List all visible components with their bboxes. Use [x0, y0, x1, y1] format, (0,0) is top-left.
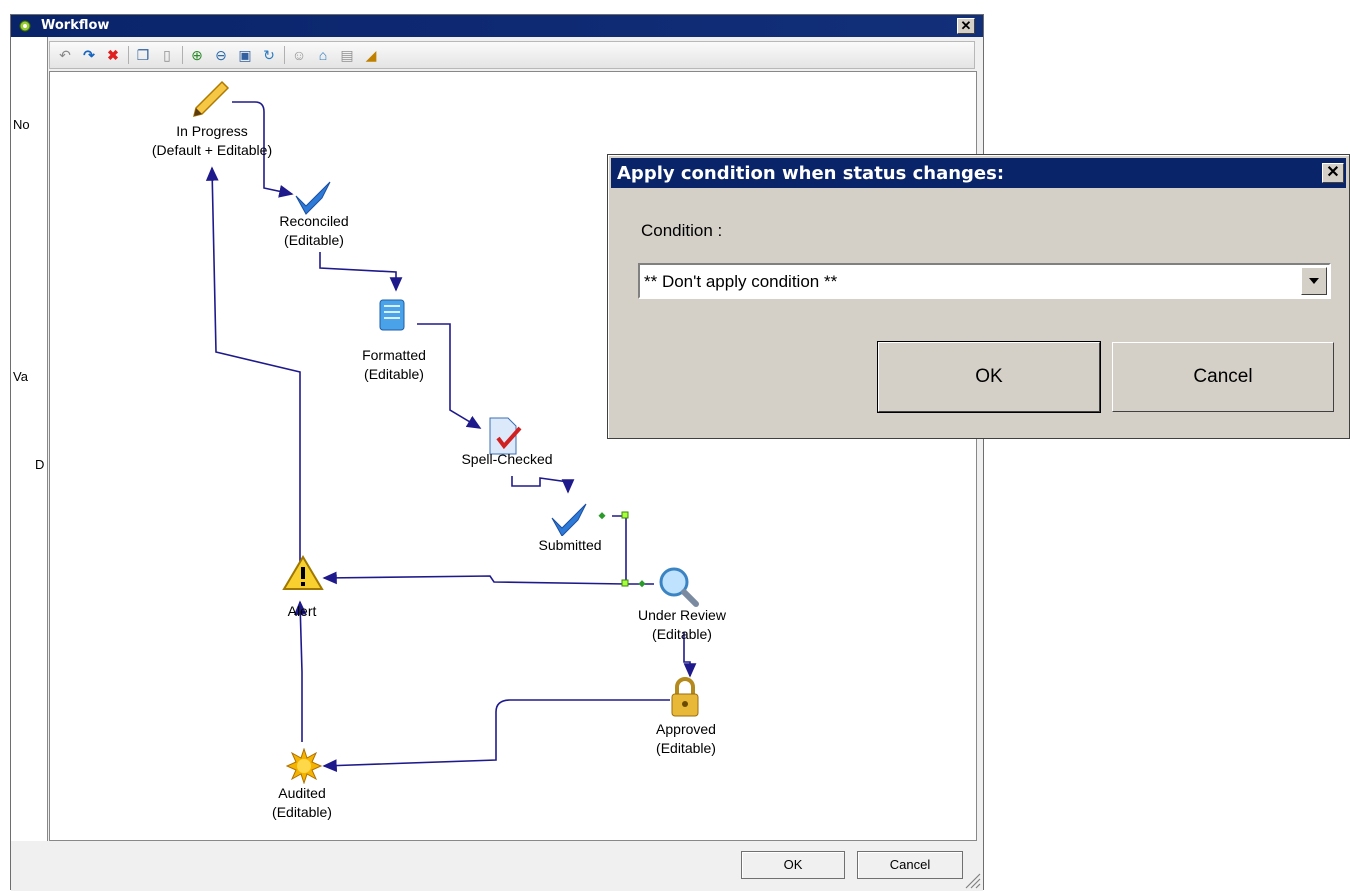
left-strip-label: No: [13, 117, 30, 132]
fit-icon[interactable]: ▣: [236, 46, 254, 64]
sun-icon[interactable]: [286, 748, 322, 784]
dialog-ok-button[interactable]: OK: [877, 341, 1101, 413]
checkmark-icon[interactable]: [548, 498, 590, 536]
dialog-titlebar[interactable]: Apply condition when status changes: ✕: [611, 158, 1346, 188]
condition-label: Condition :: [641, 221, 723, 240]
gear-icon: [19, 20, 31, 32]
user-icon[interactable]: ☺: [290, 46, 308, 64]
node-label-spell-checked: Spell-Checked: [461, 451, 553, 467]
copy-icon[interactable]: ❐: [134, 46, 152, 64]
edge-reconciled-formatted: [319, 252, 403, 292]
edge-approved-audited: [322, 699, 670, 772]
toolbar: ↶ ↷ ✖ ❐ ▯ ⊕ ⊖ ▣ ↻ ☺ ⌂ ▤ ◢: [49, 41, 975, 69]
condition-select[interactable]: ** Don't apply condition **: [638, 263, 1331, 299]
node-label-approved: Approved (Editable): [656, 721, 716, 756]
left-panel-strip: No Va D: [11, 37, 48, 847]
workflow-ok-button[interactable]: OK: [741, 851, 845, 879]
chevron-down-icon: [1309, 278, 1319, 284]
condition-select-value: ** Don't apply condition **: [644, 272, 838, 291]
pencil-icon[interactable]: [188, 78, 232, 122]
workflow-button-bar: OK Cancel: [11, 841, 983, 891]
dropdown-arrow-button[interactable]: [1301, 267, 1327, 295]
lock-icon[interactable]: ▤: [338, 46, 356, 64]
node-label-formatted: Formatted (Editable): [362, 347, 426, 382]
redo-icon[interactable]: ↷: [80, 46, 98, 64]
left-strip-label: Va: [13, 369, 28, 384]
workflow-title: Workflow: [41, 18, 110, 33]
workflow-titlebar[interactable]: Workflow ✕: [11, 15, 983, 37]
node-label-reconciled: Reconciled (Editable): [279, 213, 349, 248]
resize-grip-icon[interactable]: [963, 871, 981, 889]
edge-formatted-spellchecked: [417, 323, 482, 429]
scroll-icon[interactable]: [376, 296, 410, 336]
workflow-cancel-button[interactable]: Cancel: [857, 851, 963, 879]
home-icon[interactable]: ⌂: [314, 46, 332, 64]
ruler-icon[interactable]: ◢: [362, 46, 380, 64]
edge-audited-alert: [293, 600, 307, 742]
edge-underreview-alert: [322, 571, 627, 585]
toolbar-separator: [128, 46, 129, 64]
node-label-audited: Audited (Editable): [272, 785, 332, 820]
refresh-icon[interactable]: ↻: [260, 46, 278, 64]
dialog-cancel-button[interactable]: Cancel: [1112, 342, 1334, 412]
node-label-submitted: Submitted: [538, 537, 602, 553]
zoom-out-icon[interactable]: ⊖: [212, 46, 230, 64]
undo-icon[interactable]: ↶: [56, 46, 74, 64]
warning-icon[interactable]: [282, 554, 324, 592]
delete-icon[interactable]: ✖: [104, 46, 122, 64]
zoom-in-icon[interactable]: ⊕: [188, 46, 206, 64]
node-label-under-review: Under Review (Editable): [638, 607, 726, 642]
workflow-window: Workflow ✕ No Va D ↶ ↷ ✖ ❐ ▯ ⊕ ⊖ ▣ ↻ ☺ ⌂…: [10, 14, 984, 891]
dialog-close-button[interactable]: ✕: [1322, 163, 1344, 183]
workflow-close-button[interactable]: ✕: [957, 18, 975, 34]
node-label-in-progress: In Progress (Default + Editable): [151, 123, 273, 158]
left-strip-label: D: [35, 457, 45, 472]
toolbar-separator: [284, 46, 285, 64]
node-label-alert: Alert: [287, 603, 317, 619]
magnifier-icon[interactable]: [656, 564, 700, 608]
toolbar-separator: [182, 46, 183, 64]
checkmark-icon[interactable]: [292, 176, 334, 216]
edge-submitted-underreview: [612, 515, 654, 585]
edge-spellchecked-submitted: [511, 476, 575, 494]
paste-icon[interactable]: ▯: [158, 46, 176, 64]
dialog-title: Apply condition when status changes:: [617, 163, 1005, 184]
condition-dialog: Apply condition when status changes: ✕ C…: [607, 154, 1350, 439]
padlock-icon[interactable]: [668, 676, 702, 720]
